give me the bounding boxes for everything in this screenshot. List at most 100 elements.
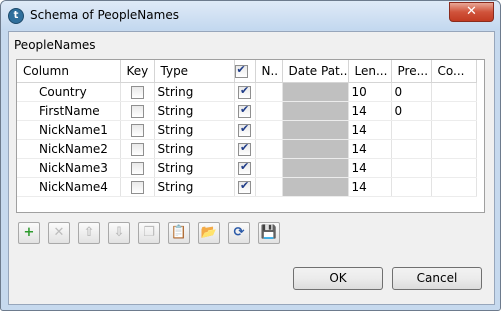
save-button[interactable]: 💾 <box>258 222 280 244</box>
key-checkbox[interactable] <box>130 162 144 175</box>
cell-date-pattern[interactable] <box>282 120 349 140</box>
cell-date-pattern[interactable] <box>282 177 349 197</box>
cell-date-pattern[interactable] <box>282 82 349 102</box>
cell-precision[interactable] <box>391 177 432 197</box>
cell-column[interactable]: FirstName <box>17 101 121 121</box>
key-checkbox[interactable] <box>130 86 144 99</box>
header-nullable[interactable]: N.. <box>255 60 283 83</box>
cell-date-pattern[interactable] <box>282 101 349 121</box>
cell-column[interactable]: NickName4 <box>17 177 121 197</box>
cell-comment[interactable] <box>431 177 477 197</box>
cell-length[interactable]: 14 <box>348 101 392 121</box>
table-row[interactable]: NickName1 String 14 <box>17 120 477 140</box>
cell-key[interactable] <box>120 177 155 197</box>
cell-length[interactable]: 14 <box>348 120 392 140</box>
ok-button[interactable]: OK <box>293 267 383 290</box>
move-down-button[interactable]: ⇩ <box>108 222 130 244</box>
cell-type[interactable]: String <box>154 139 235 159</box>
cell-precision[interactable]: 0 <box>391 101 432 121</box>
cell-date-pattern[interactable] <box>282 158 349 178</box>
nullable-checkbox[interactable] <box>238 141 251 156</box>
cell-comment[interactable] <box>431 139 477 159</box>
title-bar[interactable]: t Schema of PeopleNames ✕ <box>1 1 500 30</box>
cell-nullable[interactable] <box>234 120 256 140</box>
paste-button[interactable]: 📋 <box>168 222 190 244</box>
key-checkbox[interactable] <box>130 124 144 137</box>
cell-nullable[interactable] <box>234 158 256 178</box>
schema-dialog: t Schema of PeopleNames ✕ PeopleNames Co… <box>0 0 501 311</box>
move-up-button[interactable]: ⇧ <box>78 222 100 244</box>
header-date-pattern[interactable]: Date Pat... <box>282 60 349 83</box>
nullable-checkbox[interactable] <box>238 84 251 99</box>
cell-nullable[interactable] <box>234 82 256 102</box>
cancel-button[interactable]: Cancel <box>392 267 482 290</box>
remove-button[interactable]: ✕ <box>48 222 70 244</box>
header-comment[interactable]: Co... <box>431 60 477 83</box>
cell-length[interactable]: 14 <box>348 158 392 178</box>
table-row[interactable]: NickName3 String 14 <box>17 158 477 178</box>
header-column[interactable]: Column <box>17 60 121 83</box>
select-all-checkbox[interactable] <box>234 63 248 78</box>
nullable-checkbox[interactable] <box>238 122 251 137</box>
table-row[interactable]: FirstName String 140 <box>17 101 477 121</box>
cell-column[interactable]: NickName2 <box>17 139 121 159</box>
cell-type[interactable]: String <box>154 120 235 140</box>
import-button[interactable]: 📂 <box>198 222 220 244</box>
cell-nullable[interactable] <box>234 101 256 121</box>
cell-comment[interactable] <box>431 101 477 121</box>
table-row[interactable]: NickName4 String 14 <box>17 177 477 197</box>
nullable-checkbox[interactable] <box>238 103 251 118</box>
window-title: Schema of PeopleNames <box>30 8 179 22</box>
header-select-all[interactable] <box>234 60 256 83</box>
cell-key[interactable] <box>120 139 155 159</box>
cell-type[interactable]: String <box>154 177 235 197</box>
schema-grid: Column Key Type N.. Date Pat... Len... P… <box>17 60 477 197</box>
key-checkbox[interactable] <box>130 105 144 118</box>
cell-key[interactable] <box>120 158 155 178</box>
import-icon: 📂 <box>200 225 218 240</box>
add-button[interactable]: + <box>18 222 40 244</box>
save-icon: 💾 <box>260 225 278 240</box>
table-row[interactable]: Country String 100 <box>17 82 477 102</box>
header-precision[interactable]: Pre... <box>391 60 432 83</box>
nullable-checkbox[interactable] <box>238 160 251 175</box>
cell-key[interactable] <box>120 120 155 140</box>
cell-key[interactable] <box>120 82 155 102</box>
cell-key[interactable] <box>120 101 155 121</box>
cell-comment[interactable] <box>431 158 477 178</box>
key-checkbox[interactable] <box>130 143 144 156</box>
cell-nullable-spacer <box>255 139 283 159</box>
key-checkbox[interactable] <box>130 181 144 194</box>
cell-column[interactable]: Country <box>17 82 121 102</box>
cell-column[interactable]: NickName1 <box>17 120 121 140</box>
nullable-checkbox[interactable] <box>238 179 251 194</box>
header-type[interactable]: Type <box>154 60 235 83</box>
add-icon: + <box>23 225 35 240</box>
cell-nullable[interactable] <box>234 139 256 159</box>
dialog-body: PeopleNames Column Key Type N.. Date Pat… <box>8 31 495 305</box>
cell-nullable-spacer <box>255 177 283 197</box>
cell-nullable[interactable] <box>234 177 256 197</box>
cell-type[interactable]: String <box>154 158 235 178</box>
cell-comment[interactable] <box>431 82 477 102</box>
cell-column[interactable]: NickName3 <box>17 158 121 178</box>
cell-precision[interactable]: 0 <box>391 82 432 102</box>
header-length[interactable]: Len... <box>348 60 392 83</box>
cell-precision[interactable] <box>391 120 432 140</box>
cell-comment[interactable] <box>431 120 477 140</box>
cell-type[interactable]: String <box>154 82 235 102</box>
paste-icon: 📋 <box>170 225 188 240</box>
cell-precision[interactable] <box>391 139 432 159</box>
close-button[interactable]: ✕ <box>449 2 494 22</box>
table-row[interactable]: NickName2 String 14 <box>17 139 477 159</box>
copy-icon: ❐ <box>143 225 155 240</box>
header-key[interactable]: Key <box>120 60 155 83</box>
copy-button[interactable]: ❐ <box>138 222 160 244</box>
cell-length[interactable]: 14 <box>348 177 392 197</box>
cell-length[interactable]: 10 <box>348 82 392 102</box>
cell-date-pattern[interactable] <box>282 139 349 159</box>
cell-length[interactable]: 14 <box>348 139 392 159</box>
export-button[interactable]: ⟳ <box>228 222 250 244</box>
cell-precision[interactable] <box>391 158 432 178</box>
cell-type[interactable]: String <box>154 101 235 121</box>
